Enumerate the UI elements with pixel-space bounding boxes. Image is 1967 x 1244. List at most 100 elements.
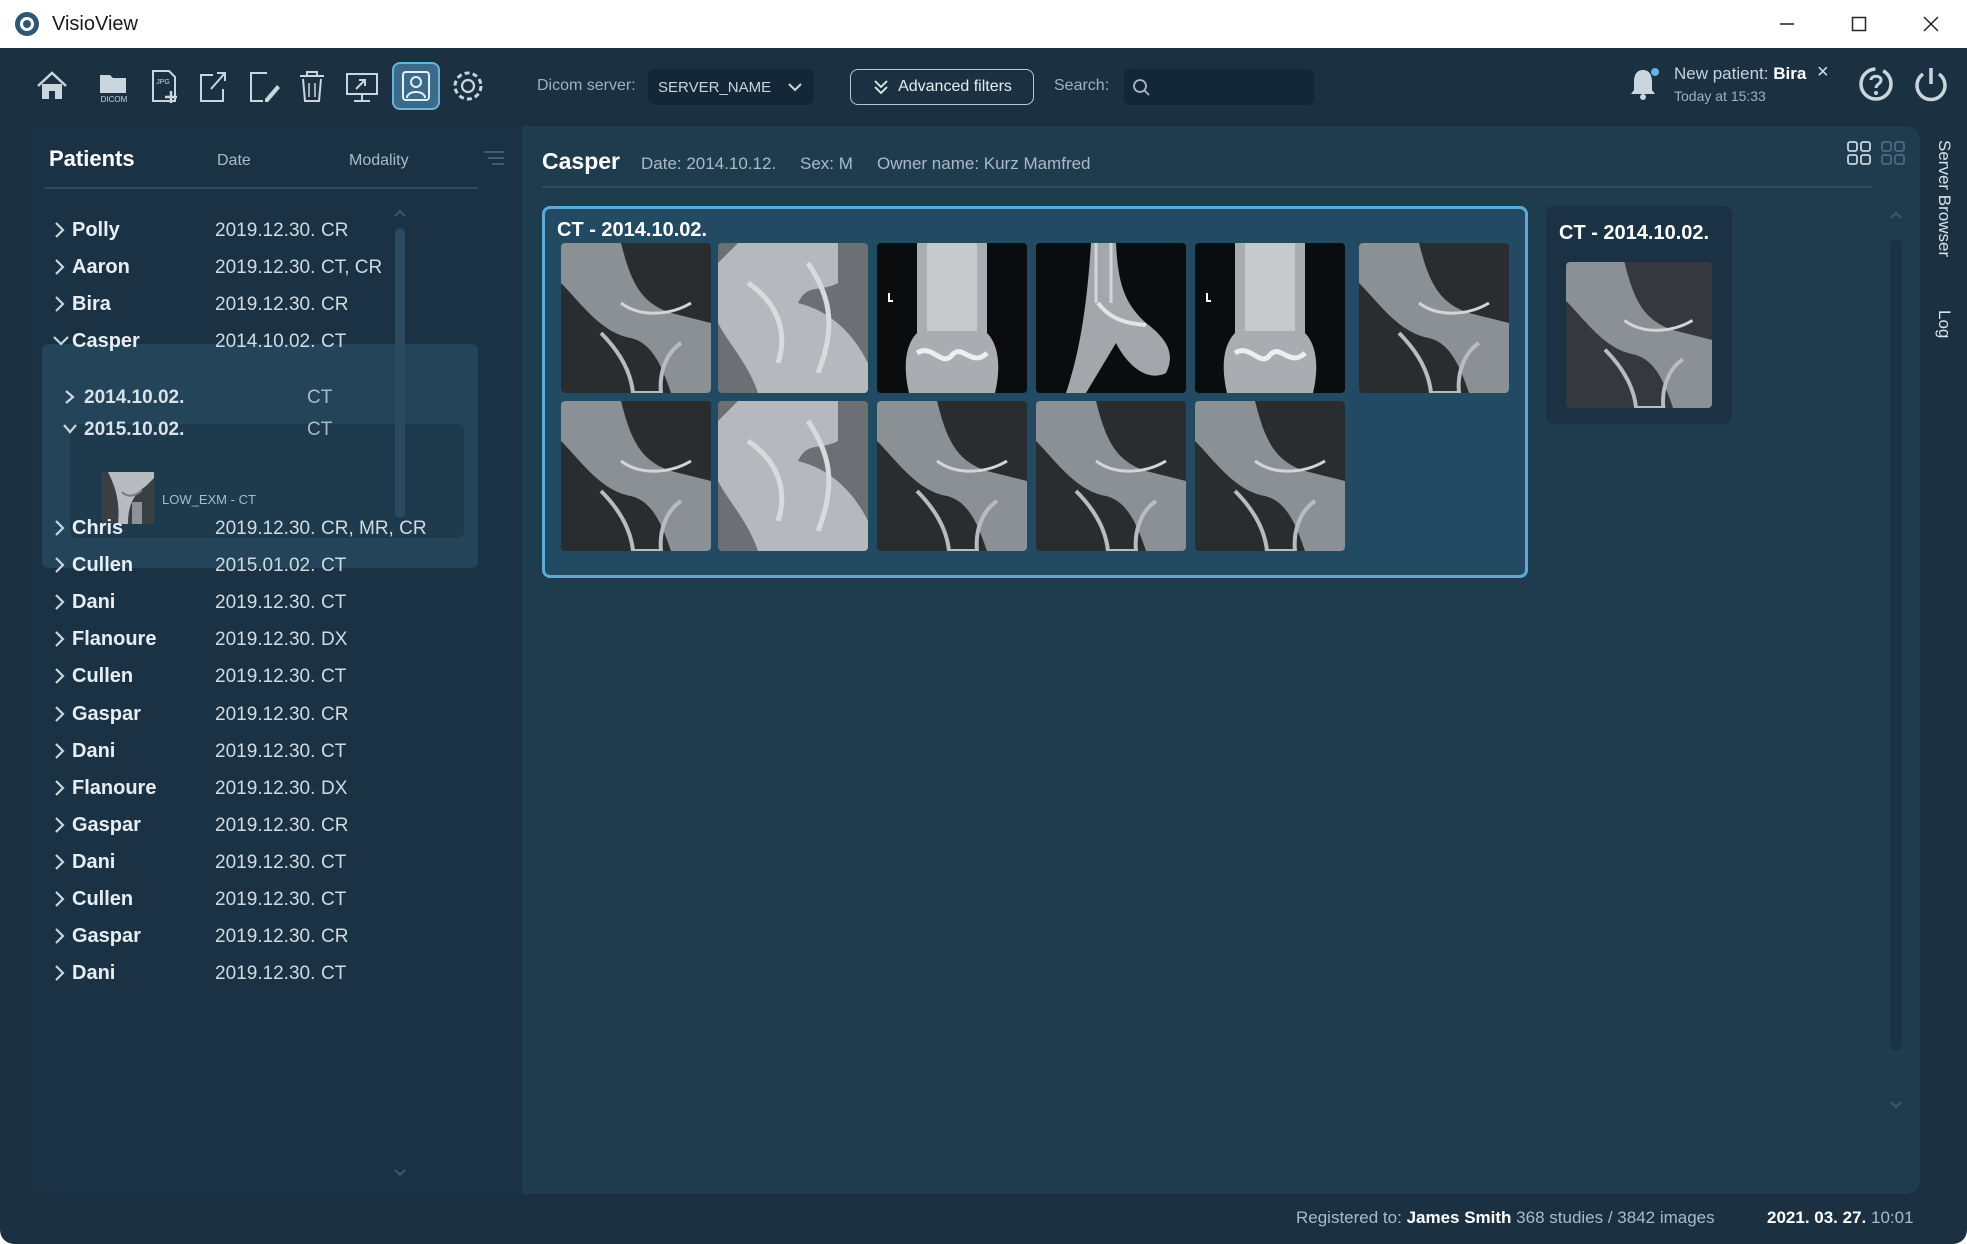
notification-close-button[interactable]: ×: [1817, 61, 1829, 84]
patient-row[interactable]: Dani 2019.12.30. CT: [44, 953, 484, 993]
patient-modality: CT, CR: [321, 257, 383, 278]
patient-date: 2014.10.02.: [215, 331, 316, 352]
power-icon[interactable]: [1911, 64, 1951, 104]
edit-icon: [250, 72, 280, 102]
delete-button[interactable]: [288, 62, 336, 110]
patient-row[interactable]: Bira 2019.12.30. CR: [44, 284, 484, 324]
patient-row[interactable]: Dani 2019.12.30. CT: [44, 731, 484, 771]
xray-thumbnail[interactable]: [1036, 401, 1186, 551]
jpg-import-icon: JPG: [152, 70, 177, 103]
maximize-button[interactable]: [1823, 0, 1895, 48]
patient-row[interactable]: Chris 2019.12.30. CR, MR, CR: [44, 508, 484, 548]
xray-thumbnail[interactable]: [1566, 262, 1712, 408]
chevron-right-icon: [55, 222, 65, 238]
registered-prefix: Registered to:: [1296, 1208, 1407, 1227]
patient-date: 2019.12.30.: [215, 963, 316, 985]
dicom-server-select[interactable]: SERVER_NAME: [648, 69, 814, 105]
patient-date: 2019.12.30.: [215, 814, 316, 836]
sidebar-scrollbar[interactable]: [393, 208, 406, 1188]
patient-view-button[interactable]: [392, 62, 440, 110]
chevron-right-icon: [55, 965, 65, 981]
scroll-up-icon[interactable]: [1888, 210, 1904, 220]
current-date: 2021. 03. 27.: [1767, 1208, 1867, 1227]
chevron-down-icon: [63, 424, 77, 434]
xray-thumbnail[interactable]: [877, 401, 1027, 551]
patient-row[interactable]: Gaspar 2019.12.30. CR: [44, 916, 484, 956]
scroll-down-icon[interactable]: [393, 1168, 407, 1178]
notification-title[interactable]: New patient: Bira: [1674, 64, 1806, 84]
patient-row[interactable]: Gaspar 2019.12.30. CR: [44, 694, 484, 734]
xray-thumbnail[interactable]: [718, 401, 868, 551]
patient-row[interactable]: Gaspar 2019.12.30. CR: [44, 805, 484, 845]
patient-row[interactable]: Polly 2019.12.30. CR: [44, 210, 484, 250]
patient-row[interactable]: Aaron 2019.12.30. CT, CR: [44, 247, 484, 287]
tab-log[interactable]: Log: [1920, 310, 1967, 360]
patient-modality: CT: [321, 666, 347, 688]
patient-row[interactable]: Cullen 2019.12.30. CT: [44, 879, 484, 919]
patient-row[interactable]: Dani 2019.12.30. CT: [44, 582, 484, 622]
xray-thumbnail[interactable]: [1195, 243, 1345, 393]
patient-modality: CR: [321, 220, 349, 241]
dicom-open-button[interactable]: DICOM: [90, 62, 138, 110]
close-button[interactable]: [1895, 0, 1967, 48]
patient-modality: CT: [321, 555, 347, 577]
patient-row[interactable]: Casper 2014.10.02. CT: [44, 321, 484, 361]
export-icon: [200, 72, 226, 102]
patient-name: Gaspar: [72, 925, 141, 948]
chevron-right-icon: [55, 594, 65, 610]
home-icon: [37, 71, 67, 99]
date-column-header[interactable]: Date: [217, 152, 251, 170]
xray-thumbnail[interactable]: [877, 243, 1027, 393]
series-panel-selected[interactable]: CT - 2014.10.02.: [542, 206, 1528, 578]
xray-thumbnail[interactable]: [561, 243, 711, 393]
svg-text:DICOM: DICOM: [101, 95, 128, 104]
sort-icon[interactable]: [482, 148, 506, 168]
settings-button[interactable]: [444, 62, 492, 110]
title-bar: VisioView: [0, 0, 1967, 48]
patient-row[interactable]: Cullen 2019.12.30. CT: [44, 656, 484, 696]
study-date: 2015.10.02.: [84, 419, 185, 440]
scroll-up-icon[interactable]: [393, 208, 407, 218]
content-scrollbar[interactable]: [1888, 210, 1904, 1150]
edit-button[interactable]: [238, 62, 286, 110]
xray-thumbnail[interactable]: [1359, 243, 1509, 393]
sidebar-divider: [44, 187, 478, 189]
xray-thumbnail[interactable]: [1195, 401, 1345, 551]
search-input[interactable]: [1124, 69, 1314, 105]
patient-row[interactable]: Dani 2019.12.30. CT: [44, 842, 484, 882]
xray-thumbnail[interactable]: [718, 243, 868, 393]
patient-date: 2019.12.30.: [215, 518, 316, 539]
chevron-right-icon: [55, 520, 65, 536]
sidebar-scroll-thumb[interactable]: [395, 228, 405, 518]
patient-name: Dani: [72, 591, 116, 614]
minimize-button[interactable]: [1751, 0, 1823, 48]
home-button[interactable]: [28, 62, 76, 110]
patient-date: 2019.12.30.: [215, 220, 316, 241]
patient-date: 2019.12.30.: [215, 666, 316, 688]
patient-row[interactable]: Flanoure 2019.12.30. DX: [44, 768, 484, 808]
dicom-folder-icon: DICOM: [100, 75, 128, 104]
export-button[interactable]: [188, 62, 236, 110]
presentation-icon: [346, 73, 378, 102]
series-panel[interactable]: CT - 2014.10.02.: [1546, 206, 1732, 424]
presentation-button[interactable]: [338, 62, 386, 110]
patient-date: 2019.12.30.: [215, 777, 316, 799]
jpg-import-button[interactable]: JPG: [140, 62, 188, 110]
scroll-down-icon[interactable]: [1888, 1100, 1904, 1110]
help-icon[interactable]: [1856, 64, 1896, 104]
advanced-filters-button[interactable]: Advanced filters: [850, 69, 1034, 105]
grid-small-icon[interactable]: [1880, 140, 1906, 166]
xray-image: [1036, 243, 1186, 393]
patient-row[interactable]: Flanoure 2019.12.30. DX: [44, 619, 484, 659]
grid-large-icon[interactable]: [1846, 140, 1872, 166]
xray-thumbnail[interactable]: [1036, 243, 1186, 393]
tab-server-browser[interactable]: Server Browser: [1920, 140, 1967, 270]
patient-name: Casper: [72, 330, 140, 352]
modality-column-header[interactable]: Modality: [349, 152, 409, 170]
content-scroll-track[interactable]: [1890, 240, 1902, 1050]
patient-row[interactable]: Cullen 2015.01.02. CT: [44, 545, 484, 585]
xray-thumbnail[interactable]: [561, 401, 711, 551]
chevron-right-icon: [55, 817, 65, 833]
delete-icon: [300, 71, 324, 102]
svg-text:JPG: JPG: [156, 79, 170, 86]
